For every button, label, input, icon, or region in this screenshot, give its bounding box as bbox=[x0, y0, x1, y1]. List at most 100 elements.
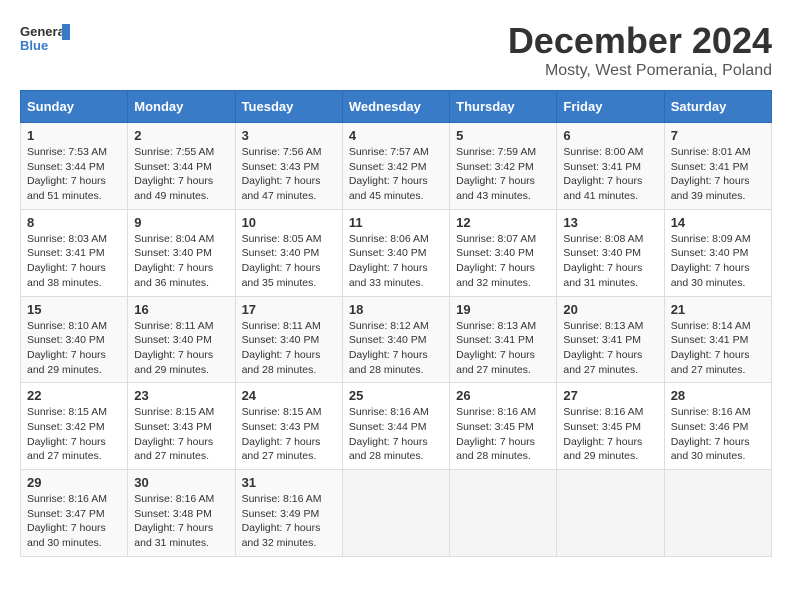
main-title: December 2024 bbox=[508, 20, 772, 62]
week-row-2: 8 Sunrise: 8:03 AM Sunset: 3:41 PM Dayli… bbox=[21, 209, 772, 296]
day-info: Sunrise: 8:15 AM Sunset: 3:43 PM Dayligh… bbox=[242, 405, 336, 464]
day-cell-12: 12 Sunrise: 8:07 AM Sunset: 3:40 PM Dayl… bbox=[450, 209, 557, 296]
day-number: 18 bbox=[349, 302, 443, 317]
day-number: 6 bbox=[563, 128, 657, 143]
day-number: 5 bbox=[456, 128, 550, 143]
day-info: Sunrise: 8:07 AM Sunset: 3:40 PM Dayligh… bbox=[456, 232, 550, 291]
day-cell-3: 3 Sunrise: 7:56 AM Sunset: 3:43 PM Dayli… bbox=[235, 123, 342, 210]
day-number: 14 bbox=[671, 215, 765, 230]
day-cell-31: 31 Sunrise: 8:16 AM Sunset: 3:49 PM Dayl… bbox=[235, 470, 342, 557]
day-cell-29: 29 Sunrise: 8:16 AM Sunset: 3:47 PM Dayl… bbox=[21, 470, 128, 557]
header-friday: Friday bbox=[557, 91, 664, 123]
calendar-table: Sunday Monday Tuesday Wednesday Thursday… bbox=[20, 90, 772, 557]
day-info: Sunrise: 8:16 AM Sunset: 3:45 PM Dayligh… bbox=[456, 405, 550, 464]
day-number: 2 bbox=[134, 128, 228, 143]
day-cell-10: 10 Sunrise: 8:05 AM Sunset: 3:40 PM Dayl… bbox=[235, 209, 342, 296]
day-info: Sunrise: 8:01 AM Sunset: 3:41 PM Dayligh… bbox=[671, 145, 765, 204]
header-monday: Monday bbox=[128, 91, 235, 123]
day-cell-13: 13 Sunrise: 8:08 AM Sunset: 3:40 PM Dayl… bbox=[557, 209, 664, 296]
day-info: Sunrise: 8:11 AM Sunset: 3:40 PM Dayligh… bbox=[134, 319, 228, 378]
day-number: 22 bbox=[27, 388, 121, 403]
day-number: 30 bbox=[134, 475, 228, 490]
day-cell-15: 15 Sunrise: 8:10 AM Sunset: 3:40 PM Dayl… bbox=[21, 296, 128, 383]
day-number: 25 bbox=[349, 388, 443, 403]
day-number: 4 bbox=[349, 128, 443, 143]
header-tuesday: Tuesday bbox=[235, 91, 342, 123]
day-info: Sunrise: 8:00 AM Sunset: 3:41 PM Dayligh… bbox=[563, 145, 657, 204]
day-number: 11 bbox=[349, 215, 443, 230]
day-cell-19: 19 Sunrise: 8:13 AM Sunset: 3:41 PM Dayl… bbox=[450, 296, 557, 383]
day-info: Sunrise: 8:11 AM Sunset: 3:40 PM Dayligh… bbox=[242, 319, 336, 378]
week-row-1: 1 Sunrise: 7:53 AM Sunset: 3:44 PM Dayli… bbox=[21, 123, 772, 210]
day-number: 19 bbox=[456, 302, 550, 317]
day-number: 8 bbox=[27, 215, 121, 230]
day-info: Sunrise: 7:53 AM Sunset: 3:44 PM Dayligh… bbox=[27, 145, 121, 204]
day-info: Sunrise: 8:04 AM Sunset: 3:40 PM Dayligh… bbox=[134, 232, 228, 291]
day-info: Sunrise: 8:10 AM Sunset: 3:40 PM Dayligh… bbox=[27, 319, 121, 378]
day-cell-18: 18 Sunrise: 8:12 AM Sunset: 3:40 PM Dayl… bbox=[342, 296, 449, 383]
day-number: 26 bbox=[456, 388, 550, 403]
logo-icon: General Blue bbox=[20, 20, 70, 60]
day-cell-8: 8 Sunrise: 8:03 AM Sunset: 3:41 PM Dayli… bbox=[21, 209, 128, 296]
subtitle: Mosty, West Pomerania, Poland bbox=[508, 62, 772, 80]
day-cell-9: 9 Sunrise: 8:04 AM Sunset: 3:40 PM Dayli… bbox=[128, 209, 235, 296]
day-info: Sunrise: 8:16 AM Sunset: 3:48 PM Dayligh… bbox=[134, 492, 228, 551]
svg-text:Blue: Blue bbox=[20, 38, 48, 53]
week-row-5: 29 Sunrise: 8:16 AM Sunset: 3:47 PM Dayl… bbox=[21, 470, 772, 557]
day-info: Sunrise: 7:57 AM Sunset: 3:42 PM Dayligh… bbox=[349, 145, 443, 204]
day-number: 24 bbox=[242, 388, 336, 403]
day-info: Sunrise: 8:15 AM Sunset: 3:42 PM Dayligh… bbox=[27, 405, 121, 464]
day-number: 9 bbox=[134, 215, 228, 230]
day-number: 13 bbox=[563, 215, 657, 230]
day-cell-7: 7 Sunrise: 8:01 AM Sunset: 3:41 PM Dayli… bbox=[664, 123, 771, 210]
day-cell-1: 1 Sunrise: 7:53 AM Sunset: 3:44 PM Dayli… bbox=[21, 123, 128, 210]
day-cell-14: 14 Sunrise: 8:09 AM Sunset: 3:40 PM Dayl… bbox=[664, 209, 771, 296]
header-wednesday: Wednesday bbox=[342, 91, 449, 123]
day-cell-17: 17 Sunrise: 8:11 AM Sunset: 3:40 PM Dayl… bbox=[235, 296, 342, 383]
day-info: Sunrise: 7:59 AM Sunset: 3:42 PM Dayligh… bbox=[456, 145, 550, 204]
empty-cell-w4-d3 bbox=[342, 470, 449, 557]
day-info: Sunrise: 8:16 AM Sunset: 3:47 PM Dayligh… bbox=[27, 492, 121, 551]
day-number: 27 bbox=[563, 388, 657, 403]
day-info: Sunrise: 7:55 AM Sunset: 3:44 PM Dayligh… bbox=[134, 145, 228, 204]
day-info: Sunrise: 8:13 AM Sunset: 3:41 PM Dayligh… bbox=[563, 319, 657, 378]
day-number: 23 bbox=[134, 388, 228, 403]
day-info: Sunrise: 8:15 AM Sunset: 3:43 PM Dayligh… bbox=[134, 405, 228, 464]
day-number: 31 bbox=[242, 475, 336, 490]
day-info: Sunrise: 8:12 AM Sunset: 3:40 PM Dayligh… bbox=[349, 319, 443, 378]
day-cell-2: 2 Sunrise: 7:55 AM Sunset: 3:44 PM Dayli… bbox=[128, 123, 235, 210]
day-number: 3 bbox=[242, 128, 336, 143]
empty-cell-w4-d4 bbox=[450, 470, 557, 557]
day-number: 15 bbox=[27, 302, 121, 317]
day-number: 17 bbox=[242, 302, 336, 317]
week-row-4: 22 Sunrise: 8:15 AM Sunset: 3:42 PM Dayl… bbox=[21, 383, 772, 470]
day-cell-23: 23 Sunrise: 8:15 AM Sunset: 3:43 PM Dayl… bbox=[128, 383, 235, 470]
header-sunday: Sunday bbox=[21, 91, 128, 123]
day-info: Sunrise: 8:16 AM Sunset: 3:45 PM Dayligh… bbox=[563, 405, 657, 464]
day-cell-25: 25 Sunrise: 8:16 AM Sunset: 3:44 PM Dayl… bbox=[342, 383, 449, 470]
day-info: Sunrise: 8:08 AM Sunset: 3:40 PM Dayligh… bbox=[563, 232, 657, 291]
weekday-header-row: Sunday Monday Tuesday Wednesday Thursday… bbox=[21, 91, 772, 123]
day-info: Sunrise: 8:09 AM Sunset: 3:40 PM Dayligh… bbox=[671, 232, 765, 291]
day-cell-6: 6 Sunrise: 8:00 AM Sunset: 3:41 PM Dayli… bbox=[557, 123, 664, 210]
title-area: December 2024 Mosty, West Pomerania, Pol… bbox=[508, 20, 772, 80]
header-thursday: Thursday bbox=[450, 91, 557, 123]
day-cell-4: 4 Sunrise: 7:57 AM Sunset: 3:42 PM Dayli… bbox=[342, 123, 449, 210]
empty-cell-w4-d6 bbox=[664, 470, 771, 557]
day-cell-26: 26 Sunrise: 8:16 AM Sunset: 3:45 PM Dayl… bbox=[450, 383, 557, 470]
day-cell-27: 27 Sunrise: 8:16 AM Sunset: 3:45 PM Dayl… bbox=[557, 383, 664, 470]
day-number: 1 bbox=[27, 128, 121, 143]
header-saturday: Saturday bbox=[664, 91, 771, 123]
day-cell-21: 21 Sunrise: 8:14 AM Sunset: 3:41 PM Dayl… bbox=[664, 296, 771, 383]
day-info: Sunrise: 8:16 AM Sunset: 3:49 PM Dayligh… bbox=[242, 492, 336, 551]
day-number: 10 bbox=[242, 215, 336, 230]
day-cell-20: 20 Sunrise: 8:13 AM Sunset: 3:41 PM Dayl… bbox=[557, 296, 664, 383]
day-cell-24: 24 Sunrise: 8:15 AM Sunset: 3:43 PM Dayl… bbox=[235, 383, 342, 470]
day-info: Sunrise: 8:03 AM Sunset: 3:41 PM Dayligh… bbox=[27, 232, 121, 291]
day-info: Sunrise: 8:16 AM Sunset: 3:46 PM Dayligh… bbox=[671, 405, 765, 464]
day-number: 7 bbox=[671, 128, 765, 143]
day-info: Sunrise: 8:16 AM Sunset: 3:44 PM Dayligh… bbox=[349, 405, 443, 464]
day-cell-22: 22 Sunrise: 8:15 AM Sunset: 3:42 PM Dayl… bbox=[21, 383, 128, 470]
day-info: Sunrise: 8:05 AM Sunset: 3:40 PM Dayligh… bbox=[242, 232, 336, 291]
svg-text:General: General bbox=[20, 24, 68, 39]
